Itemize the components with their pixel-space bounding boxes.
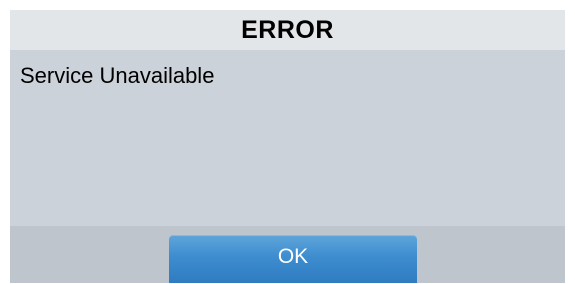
error-dialog: ERROR Service Unavailable OK	[10, 10, 565, 283]
ok-button[interactable]: OK	[169, 235, 417, 283]
dialog-title: ERROR	[241, 15, 334, 44]
dialog-header: ERROR	[10, 10, 565, 50]
dialog-message: Service Unavailable	[20, 63, 215, 88]
dialog-body: Service Unavailable	[10, 50, 565, 226]
dialog-footer: OK	[10, 226, 565, 283]
